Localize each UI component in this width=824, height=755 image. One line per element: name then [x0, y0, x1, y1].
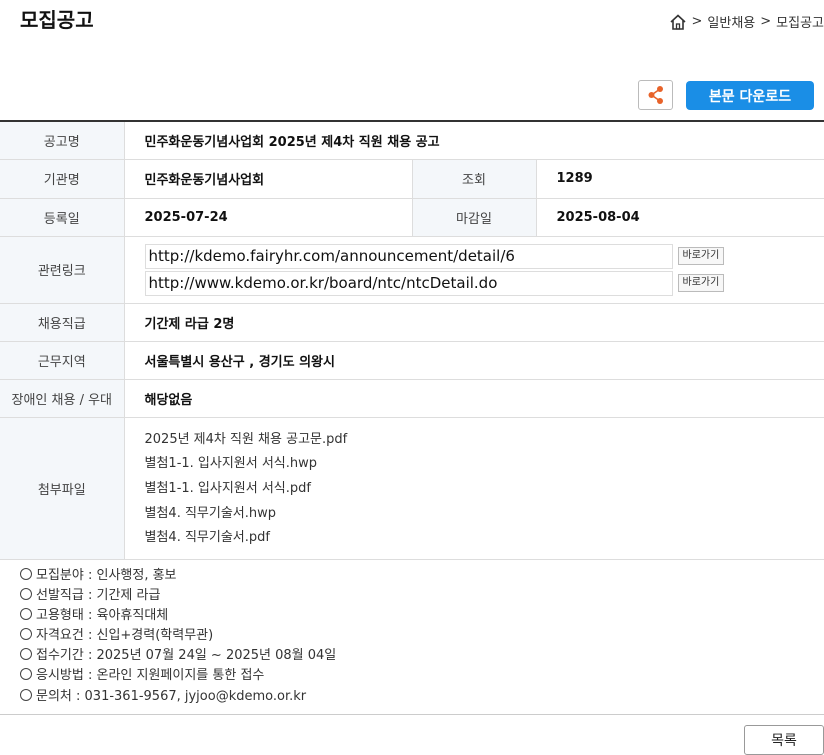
views-value: 1289 [536, 159, 824, 199]
table-row: 관련링크 http://kdemo.fairyhr.com/announceme… [0, 236, 824, 304]
views-label: 조회 [411, 159, 537, 199]
disability-value: 해당없음 [124, 379, 824, 418]
circle-bullet-icon [20, 688, 32, 701]
home-icon[interactable] [669, 13, 687, 31]
position-label: 채용직급 [0, 303, 125, 342]
list-item: 접수기간 : 2025년 07월 24일 ~ 2025년 08월 04일 [20, 646, 336, 666]
table-row: 기관명 민주화운동기념사업회 조회 1289 [0, 159, 824, 199]
org-label: 기관명 [0, 159, 125, 199]
files-label: 첨부파일 [0, 417, 125, 561]
share-button[interactable] [638, 80, 673, 110]
breadcrumb-item-current[interactable]: 모집공고 [776, 12, 824, 31]
divider [0, 714, 824, 715]
table-row: 장애인 채용 / 우대 해당없음 [0, 379, 824, 418]
related-link[interactable]: http://kdemo.fairyhr.com/announcement/de… [144, 243, 673, 269]
file-link[interactable]: 별첨1-1. 입사지원서 서식.pdf [145, 477, 824, 502]
list-item: 고용형태 : 육아휴직대체 [20, 606, 336, 626]
link-row: http://kdemo.fairyhr.com/announcement/de… [144, 243, 824, 269]
link-row: http://www.kdemo.or.kr/board/ntc/ntcDeta… [144, 270, 824, 296]
circle-bullet-icon [20, 628, 32, 641]
deadline-value: 2025-08-04 [536, 198, 824, 237]
table-row: 등록일 2025-07-24 마감일 2025-08-04 [0, 198, 824, 237]
circle-bullet-icon [20, 668, 32, 681]
circle-bullet-icon [20, 568, 32, 580]
circle-bullet-icon [20, 608, 32, 621]
position-value: 기간제 라급 2명 [124, 303, 824, 342]
list-item: 응시방법 : 온라인 지원페이지를 통한 접수 [20, 666, 336, 686]
go-link-button[interactable]: 바로가기 [677, 247, 725, 265]
list-item: 자격요건 : 신입+경력(학력무관) [20, 626, 336, 646]
file-link[interactable]: 별첨4. 직무기술서.pdf [145, 526, 824, 551]
location-value: 서울특별시 용산구 , 경기도 의왕시 [124, 341, 824, 380]
breadcrumb-item-general[interactable]: 일반채용 [707, 12, 755, 31]
circle-bullet-icon [20, 588, 32, 601]
circle-bullet-icon [20, 648, 32, 661]
reg-value: 2025-07-24 [124, 198, 412, 237]
table-row: 채용직급 기간제 라급 2명 [0, 303, 824, 342]
file-link[interactable]: 별첨1-1. 입사지원서 서식.hwp [145, 452, 824, 477]
title-label: 공고명 [0, 121, 125, 160]
deadline-label: 마감일 [411, 198, 537, 237]
breadcrumb-separator: > [760, 14, 772, 29]
org-value: 민주화운동기념사업회 [124, 159, 412, 199]
table-row: 근무지역 서울특별시 용산구 , 경기도 의왕시 [0, 341, 824, 380]
list-item: 모집분야 : 인사행정, 홍보 [20, 566, 336, 586]
links-cell: http://kdemo.fairyhr.com/announcement/de… [124, 236, 824, 304]
file-link[interactable]: 별첨4. 직무기술서.hwp [145, 502, 824, 527]
file-list: 2025년 제4차 직원 채용 공고문.pdf 별첨1-1. 입사지원서 서식.… [145, 418, 824, 560]
links-label: 관련링크 [0, 236, 125, 304]
page-title: 모집공고 [20, 8, 94, 32]
location-label: 근무지역 [0, 341, 125, 380]
info-table: 공고명 민주화운동기념사업회 2025년 제4차 직원 채용 공고 기관명 민주… [0, 120, 824, 561]
table-row: 첨부파일 2025년 제4차 직원 채용 공고문.pdf 별첨1-1. 입사지원… [0, 417, 824, 561]
file-link[interactable]: 2025년 제4차 직원 채용 공고문.pdf [145, 428, 824, 453]
go-link-button[interactable]: 바로가기 [677, 274, 725, 292]
breadcrumb-separator: > [691, 14, 703, 29]
list-item: 선발직급 : 기간제 라급 [20, 586, 336, 606]
files-cell: 2025년 제4차 직원 채용 공고문.pdf 별첨1-1. 입사지원서 서식.… [124, 417, 824, 561]
table-row: 공고명 민주화운동기념사업회 2025년 제4차 직원 채용 공고 [0, 121, 824, 160]
reg-label: 등록일 [0, 198, 125, 237]
list-button[interactable]: 목록 [744, 725, 824, 755]
download-button[interactable]: 본문 다운로드 [686, 81, 814, 110]
related-link[interactable]: http://www.kdemo.or.kr/board/ntc/ntcDeta… [144, 270, 673, 296]
disability-label: 장애인 채용 / 우대 [0, 379, 125, 418]
title-value: 민주화운동기념사업회 2025년 제4차 직원 채용 공고 [124, 121, 824, 160]
detail-list: 모집분야 : 인사행정, 홍보 선발직급 : 기간제 라급 고용형태 : 육아휴… [20, 566, 336, 707]
breadcrumb: > 일반채용 > 모집공고 [669, 12, 824, 31]
list-item: 문의처 : 031-361-9567, jyjoo@kdemo.or.kr [20, 687, 336, 707]
share-icon [648, 86, 663, 104]
